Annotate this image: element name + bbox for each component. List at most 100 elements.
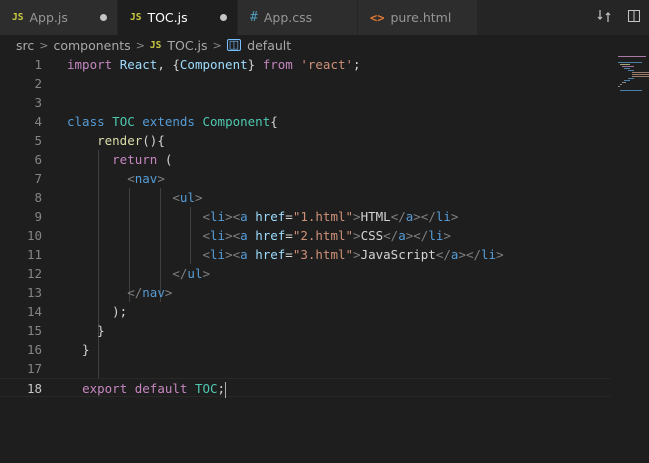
code-line[interactable]: 12 </ul> xyxy=(0,264,610,283)
minimap-line xyxy=(620,90,642,91)
code-token: < xyxy=(172,190,180,205)
line-number: 18 xyxy=(26,381,42,396)
tab-label: App.js xyxy=(29,10,68,25)
code-token: li xyxy=(210,228,226,243)
breadcrumb: src > components > JS TOC.js > ◫ default xyxy=(0,35,620,55)
code-token: a xyxy=(240,228,248,243)
line-number: 11 xyxy=(26,247,42,262)
line-number: 4 xyxy=(34,114,42,129)
code-text: } xyxy=(67,321,105,340)
tab-app-css[interactable]: # App.css xyxy=(238,0,358,35)
split-editor-icon[interactable] xyxy=(627,9,641,27)
code-line[interactable]: 15 } xyxy=(0,321,610,340)
code-token: > xyxy=(202,266,211,281)
line-number: 15 xyxy=(26,323,42,338)
code-token: href xyxy=(255,209,286,224)
code-text: <li><a href="3.html">JavaScript</a></li> xyxy=(67,245,504,264)
javascript-file-icon: JS xyxy=(149,39,162,51)
breadcrumb-item-components[interactable]: components xyxy=(53,38,130,53)
code-token: > xyxy=(353,228,361,243)
code-line[interactable]: 1 import React, {Component} from 'react'; xyxy=(0,55,610,74)
code-text: return ( xyxy=(67,150,172,169)
code-token: < xyxy=(202,209,210,224)
code-line[interactable]: 13 </nav> xyxy=(0,283,610,302)
line-number: 3 xyxy=(34,95,42,110)
minimap-line xyxy=(628,78,634,79)
tab-app-js[interactable]: JS App.js xyxy=(0,0,118,35)
minimap-line xyxy=(622,66,634,67)
code-token: React xyxy=(119,57,158,72)
line-number: 8 xyxy=(34,190,42,205)
code-token: li xyxy=(210,209,226,224)
unsaved-dot-icon[interactable] xyxy=(220,14,227,21)
code-line[interactable]: 10 <li><a href="2.html">CSS</a></li> xyxy=(0,226,610,245)
line-number: 17 xyxy=(26,361,42,376)
code-token: ; xyxy=(353,57,361,72)
tab-bar: JS App.js JS TOC.js # App.css <> pure.ht… xyxy=(0,0,649,35)
code-text: import React, {Component} from 'react'; xyxy=(67,55,361,74)
code-token: default xyxy=(134,381,188,396)
code-token: > xyxy=(496,247,504,262)
code-text: </nav> xyxy=(67,283,172,302)
code-token: nav xyxy=(134,171,158,186)
tab-toc-js[interactable]: JS TOC.js xyxy=(118,0,238,35)
code-line[interactable]: 17 xyxy=(0,359,610,378)
line-number: 9 xyxy=(34,209,42,224)
javascript-file-icon: JS xyxy=(130,12,142,23)
code-line[interactable]: 6 return ( xyxy=(0,150,610,169)
code-line[interactable]: 7 <nav> xyxy=(0,169,610,188)
editor-actions xyxy=(597,0,641,35)
code-token: , { xyxy=(157,57,180,72)
code-token: } xyxy=(247,57,263,72)
code-line[interactable]: 14 ); xyxy=(0,302,610,321)
breadcrumb-item-src[interactable]: src xyxy=(16,38,34,53)
code-text: <ul> xyxy=(67,188,202,207)
breadcrumb-item-file[interactable]: TOC.js xyxy=(167,38,207,53)
line-number: 1 xyxy=(34,57,42,72)
code-token: li xyxy=(210,247,226,262)
tab-pure-html[interactable]: <> pure.html xyxy=(358,0,478,35)
minimap[interactable] xyxy=(614,55,649,463)
unsaved-dot-icon[interactable] xyxy=(100,14,107,21)
line-number: 6 xyxy=(34,152,42,167)
code-line[interactable]: 9 <li><a href="1.html">HTML</a></li> xyxy=(0,207,610,226)
code-editor[interactable]: 1 import React, {Component} from 'react';… xyxy=(0,55,620,463)
code-token: ul xyxy=(187,266,203,281)
code-line[interactable]: 18 export default TOC; xyxy=(0,378,610,398)
tab-label: pure.html xyxy=(390,10,452,25)
code-token: = xyxy=(285,228,293,243)
code-line[interactable]: 5 render(){ xyxy=(0,131,610,150)
code-line[interactable]: 8 <ul> xyxy=(0,188,610,207)
text-cursor xyxy=(225,381,227,398)
code-token: Component xyxy=(179,57,248,72)
minimap-line xyxy=(618,86,620,87)
code-line[interactable]: 11 <li><a href="3.html">JavaScript</a></… xyxy=(0,245,610,264)
code-token: "2.html" xyxy=(292,228,354,243)
code-token: >< xyxy=(225,228,241,243)
code-token: } xyxy=(67,323,105,338)
code-line[interactable]: 2 xyxy=(0,74,610,93)
code-line[interactable]: 4 class TOC extends Component{ xyxy=(0,112,610,131)
code-token: ( xyxy=(157,152,173,167)
code-line[interactable]: 3 xyxy=(0,93,610,112)
code-token: > xyxy=(194,190,203,205)
code-token: href xyxy=(255,228,286,243)
minimap-line xyxy=(632,76,649,77)
code-line[interactable]: 16 } xyxy=(0,340,610,359)
code-text: class TOC extends Component{ xyxy=(67,112,278,131)
code-token: 'react' xyxy=(300,57,354,72)
code-text: <li><a href="1.html">HTML</a></li> xyxy=(67,207,458,226)
code-token: ></ xyxy=(458,247,482,262)
code-token: CSS xyxy=(360,228,384,243)
code-token: >< xyxy=(225,247,241,262)
compare-changes-icon[interactable] xyxy=(597,9,611,27)
code-text: </ul> xyxy=(67,264,210,283)
minimap-line xyxy=(624,68,630,69)
breadcrumb-item-symbol[interactable]: default xyxy=(247,38,291,53)
